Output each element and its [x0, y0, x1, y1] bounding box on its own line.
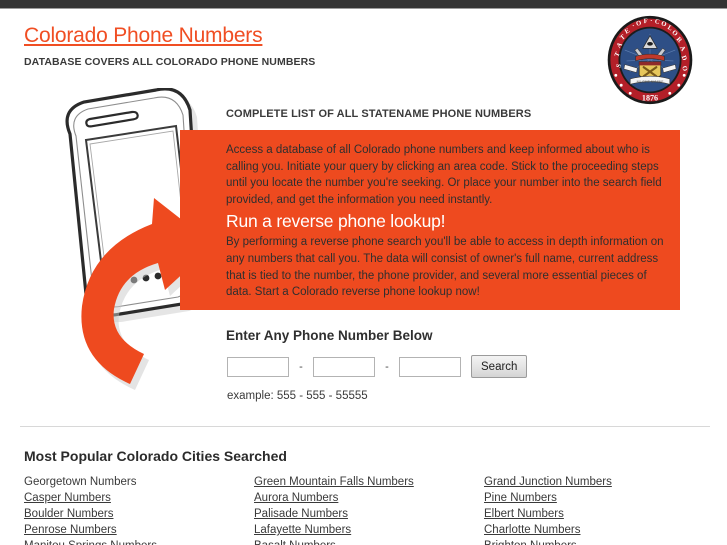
svg-text:NIL SINE NVMINE: NIL SINE NVMINE — [637, 80, 665, 84]
site-tagline: DATABASE COVERS ALL COLORADO PHONE NUMBE… — [24, 56, 316, 68]
city-link[interactable]: Lafayette Numbers — [254, 522, 484, 538]
separator-dash-1: - — [299, 360, 303, 373]
cities-column-3: Grand Junction Numbers Pine Numbers Elbert… — [484, 474, 714, 545]
intro-paragraph-2: By performing a reverse phone search you… — [226, 236, 664, 299]
top-bar — [0, 0, 727, 9]
city-link[interactable]: Grand Junction Numbers — [484, 474, 714, 490]
separator-dash-2: - — [385, 360, 389, 373]
page-root: Colorado Phone Numbers DATABASE COVERS A… — [0, 0, 727, 545]
city-link[interactable]: Elbert Numbers — [484, 506, 714, 522]
search-example-text: example: 555 - 555 - 55555 — [227, 390, 368, 402]
cities-column-1: Georgetown Numbers Casper Numbers Boulder … — [24, 474, 254, 545]
city-link[interactable]: Brighton Numbers — [484, 538, 714, 545]
phone-search-form: - - Search — [227, 355, 528, 378]
city-link[interactable]: Boulder Numbers — [24, 506, 254, 522]
seal-year-text: 1876 — [642, 94, 658, 103]
popular-cities-grid: Georgetown Numbers Casper Numbers Boulder … — [24, 474, 714, 545]
intro-orange-panel: Access a database of all Colorado phone … — [180, 130, 680, 310]
section-divider — [20, 426, 710, 427]
cities-column-2: Green Mountain Falls Numbers Aurora Numbe… — [254, 474, 484, 545]
intro-subheading: Run a reverse phone lookup! — [226, 211, 446, 232]
popular-cities-heading: Most Popular Colorado Cities Searched — [24, 448, 287, 464]
city-link[interactable]: Aurora Numbers — [254, 490, 484, 506]
site-title-link[interactable]: Colorado Phone Numbers — [24, 24, 263, 47]
city-link[interactable]: Manitou Springs Numbers — [24, 538, 254, 545]
city-link[interactable]: Palisade Numbers — [254, 506, 484, 522]
svg-text:F: F — [643, 18, 647, 25]
city-link[interactable]: Green Mountain Falls Numbers — [254, 474, 484, 490]
line-number-input[interactable] — [399, 356, 461, 377]
area-code-input[interactable] — [227, 356, 289, 377]
colorado-state-seal-icon: NIL SINE NVMINE S T A T E · O F · C O L … — [605, 14, 695, 106]
search-form-heading: Enter Any Phone Number Below — [226, 328, 433, 343]
city-link[interactable]: Pine Numbers — [484, 490, 714, 506]
city-link[interactable]: Penrose Numbers — [24, 522, 254, 538]
prefix-input[interactable] — [313, 356, 375, 377]
city-link[interactable]: Basalt Numbers — [254, 538, 484, 545]
search-button[interactable]: Search — [471, 355, 528, 378]
complete-list-heading: COMPLETE LIST OF ALL STATENAME PHONE NUM… — [226, 108, 532, 120]
city-link[interactable]: Casper Numbers — [24, 490, 254, 506]
city-link[interactable]: Charlotte Numbers — [484, 522, 714, 538]
intro-paragraph-1: Access a database of all Colorado phone … — [226, 144, 662, 206]
city-link[interactable]: Georgetown Numbers — [24, 474, 254, 490]
